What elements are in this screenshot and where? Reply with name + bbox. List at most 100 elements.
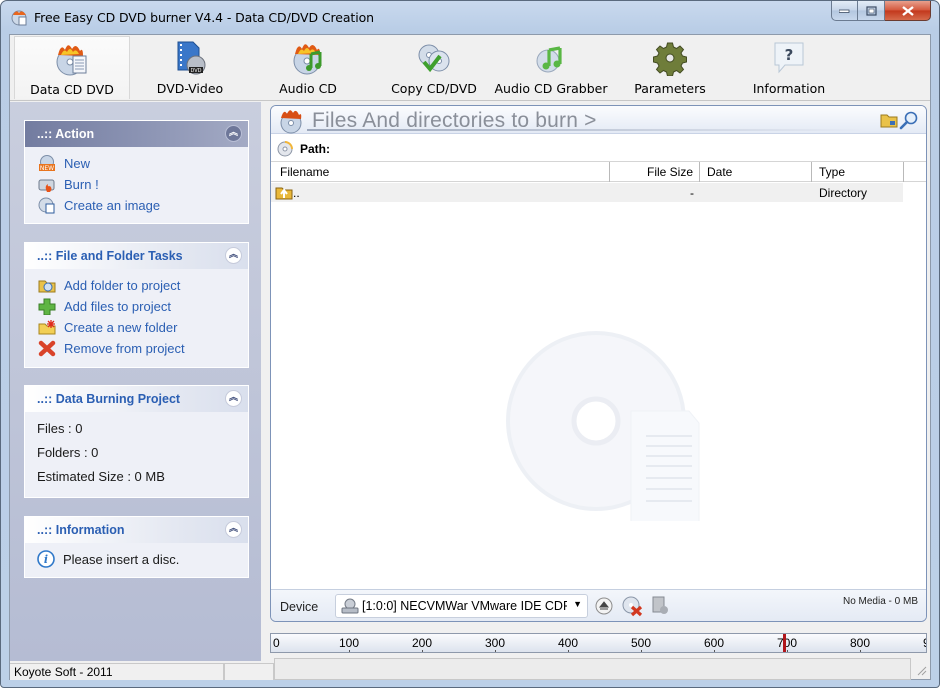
action-create-image[interactable]: Create an image xyxy=(37,195,248,216)
folders-count: Folders : 0 xyxy=(37,444,99,460)
information-panel-header[interactable]: ..:: Information ︽ xyxy=(25,517,248,543)
parent-folder-icon xyxy=(275,187,293,200)
column-resizer[interactable] xyxy=(811,162,812,182)
panel-title: ..:: File and Folder Tasks xyxy=(37,249,183,263)
device-label: Device xyxy=(280,600,319,614)
close-button[interactable] xyxy=(885,1,931,21)
project-panel: ..:: Data Burning Project ︽ Files : 0 Fo… xyxy=(24,385,249,498)
collapse-button[interactable]: ︽ xyxy=(225,125,242,142)
title-bar[interactable]: Free Easy CD DVD burner V4.4 - Data CD/D… xyxy=(1,1,939,33)
column-type[interactable]: Type xyxy=(819,165,845,179)
minimize-icon xyxy=(839,9,850,13)
ruler-tick-label: 100 xyxy=(339,636,360,650)
ruler-tick-label: 0 xyxy=(273,636,280,650)
tab-parameters[interactable]: Parameters xyxy=(612,36,728,99)
action-new[interactable]: NEW New xyxy=(37,153,248,174)
files-panel-header: Files And directories to burn > xyxy=(271,106,926,134)
tab-copy-cd-dvd[interactable]: Copy CD/DVD xyxy=(376,36,492,99)
erase-disc-icon[interactable] xyxy=(621,595,643,617)
minimize-button[interactable] xyxy=(831,1,858,21)
task-remove[interactable]: Remove from project xyxy=(37,338,248,359)
ruler-tick-label: 600 xyxy=(704,636,725,650)
tab-label: Copy CD/DVD xyxy=(391,81,477,96)
collapse-button[interactable]: ︽ xyxy=(225,390,242,407)
eject-icon[interactable] xyxy=(595,597,613,615)
chevron-up-icon: ︽ xyxy=(228,524,238,534)
file-name: .. xyxy=(293,186,300,200)
ruler-tick-mark xyxy=(422,650,423,652)
tab-audio-cd-grabber[interactable]: Audio CD Grabber xyxy=(488,36,614,99)
search-icon[interactable] xyxy=(899,110,919,130)
status-text: Koyote Soft - 2011 xyxy=(10,663,224,680)
column-resizer[interactable] xyxy=(609,162,610,182)
column-file-size[interactable]: File Size xyxy=(647,165,693,179)
capacity-marker[interactable] xyxy=(783,634,786,652)
collapse-button[interactable]: ︽ xyxy=(225,247,242,264)
gear-icon xyxy=(653,42,687,76)
task-add-files[interactable]: Add files to project xyxy=(37,296,248,317)
ruler-tick-mark xyxy=(787,650,788,652)
task-new-folder[interactable]: Create a new folder xyxy=(37,317,248,338)
status-cell-empty xyxy=(224,663,274,680)
ruler-tick-label: 200 xyxy=(412,636,433,650)
window-title: Free Easy CD DVD burner V4.4 - Data CD/D… xyxy=(34,10,374,25)
new-disc-icon: NEW xyxy=(37,155,56,172)
column-filename[interactable]: Filename xyxy=(280,165,329,179)
audio-grabber-icon xyxy=(536,46,562,73)
column-resizer[interactable] xyxy=(903,162,904,182)
tab-information[interactable]: ? Information xyxy=(730,36,848,99)
path-label: Path: xyxy=(300,142,330,156)
task-pane: ..:: Action ︽ NEW New Burn ! Create an i… xyxy=(10,102,261,662)
add-folder-icon xyxy=(37,277,56,294)
disc-icon xyxy=(277,141,293,157)
action-burn-label: Burn ! xyxy=(64,177,99,192)
burn-drive-icon xyxy=(37,176,56,193)
svg-text:?: ? xyxy=(785,46,794,64)
chevron-up-icon: ︽ xyxy=(228,250,238,260)
audio-cd-icon xyxy=(293,44,322,75)
column-date[interactable]: Date xyxy=(707,165,732,179)
task-add-folder[interactable]: Add folder to project xyxy=(37,275,248,296)
information-panel: ..:: Information ︽ i Please insert a dis… xyxy=(24,516,249,578)
ruler-tick-label: 400 xyxy=(558,636,579,650)
info-message-row: i Please insert a disc. xyxy=(37,547,248,571)
column-resizer[interactable] xyxy=(699,162,700,182)
ruler-tick-label: 700 xyxy=(777,636,798,650)
app-window: Free Easy CD DVD burner V4.4 - Data CD/D… xyxy=(0,0,940,688)
header-underline xyxy=(307,129,867,131)
action-burn[interactable]: Burn ! xyxy=(37,174,248,195)
task-remove-label: Remove from project xyxy=(64,341,185,356)
action-panel-header[interactable]: ..:: Action ︽ xyxy=(25,121,248,147)
file-row[interactable]: .. - Directory xyxy=(271,183,903,202)
device-value: [1:0:0] NECVMWar VMware IDE CDR xyxy=(362,599,567,613)
path-row: Path: xyxy=(277,141,330,157)
app-icon xyxy=(11,10,27,26)
copy-disc-icon xyxy=(418,44,450,73)
tab-label: DVD-Video xyxy=(156,81,224,96)
tab-audio-cd[interactable]: Audio CD xyxy=(250,36,366,99)
tab-dvd-video[interactable]: DVD DVD-Video xyxy=(132,36,248,99)
tab-data-cd-dvd[interactable]: Data CD DVD xyxy=(14,36,130,99)
resize-grip-icon[interactable] xyxy=(915,664,927,676)
tab-label: Data CD DVD xyxy=(30,82,114,97)
tab-label: Audio CD Grabber xyxy=(494,81,608,96)
disc-info-icon[interactable] xyxy=(651,596,669,616)
tab-label: Audio CD xyxy=(279,81,337,96)
ruler-tick-mark xyxy=(714,650,715,652)
ruler-tick-label: 900 xyxy=(923,636,926,650)
collapse-button[interactable]: ︽ xyxy=(225,521,242,538)
file-tasks-header[interactable]: ..:: File and Folder Tasks ︽ xyxy=(25,243,248,269)
project-panel-header[interactable]: ..:: Data Burning Project ︽ xyxy=(25,386,248,412)
drive-icon xyxy=(341,598,359,614)
main-toolbar: Data CD DVD DVD DVD-Video Audio CD Copy … xyxy=(10,35,930,101)
help-bubble-icon: ? xyxy=(774,42,804,74)
file-type: Directory xyxy=(819,186,868,200)
file-list-header: Filename File Size Date Type xyxy=(271,161,926,182)
svg-text:NEW: NEW xyxy=(39,165,53,172)
maximize-button[interactable] xyxy=(858,1,885,21)
device-select[interactable]: [1:0:0] NECVMWar VMware IDE CDR ▼ xyxy=(335,594,588,618)
data-cd-icon xyxy=(56,45,87,76)
estimated-size: Estimated Size : 0 MB xyxy=(37,468,165,484)
chevron-up-icon: ︽ xyxy=(228,393,238,403)
browse-folder-icon[interactable] xyxy=(880,112,898,128)
